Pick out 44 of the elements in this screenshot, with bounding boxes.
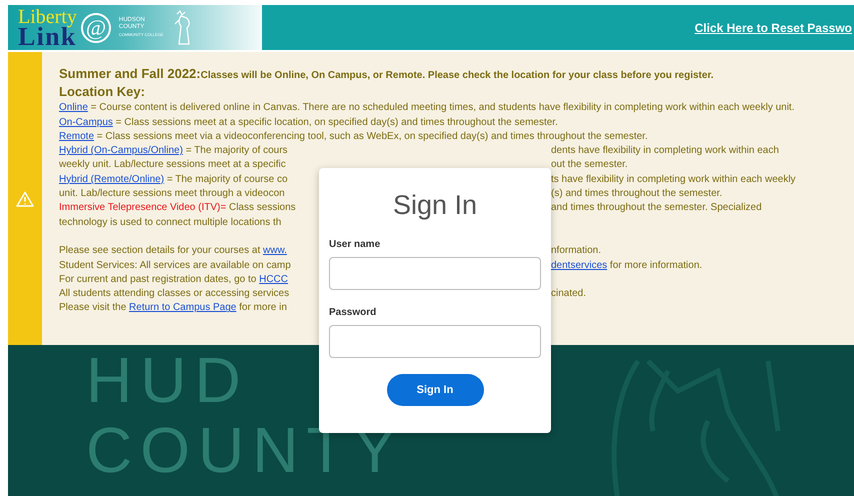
notice-text: cinated. — [551, 287, 588, 302]
notice-text: unit. Lab/lecture sessions meet through a videocon — [59, 187, 286, 202]
notice-text: ts have flexibility in completing work within each weekly — [551, 172, 797, 187]
at-sign-logo: @ — [80, 12, 111, 42]
link[interactable]: Hybrid (On-Campus/Online) — [59, 145, 183, 156]
location-key-title: Location Key: — [59, 83, 146, 102]
logo-text: Link — [18, 26, 77, 48]
sign-in-button[interactable]: Sign In — [386, 374, 484, 406]
logo-text: Liberty — [18, 8, 77, 26]
notice-text: (s) and times throughout the semester. — [551, 187, 724, 202]
notice-text: dentservices for more information. — [551, 258, 704, 273]
link[interactable]: www. — [263, 245, 287, 256]
notice-text: dents have flexibility in completing work within each — [551, 144, 780, 158]
notice-text: Immersive Telepresence Video (ITV)= Class sessions — [59, 201, 297, 216]
notice-text: Please see section details for your courses at www. — [59, 244, 288, 258]
warning-icon — [16, 190, 34, 206]
notice-text: Student Services: All services are available on camp — [59, 258, 292, 273]
notice-text: and times throughout the semester. Specialized — [551, 201, 763, 216]
notice-text: Hybrid (On-Campus/Online) = The majority of cours — [59, 144, 289, 158]
notice-text: Please visit the Return to Campus Page for more in — [59, 301, 288, 316]
notice-heading: Summer and Fall 2022:Classes will be Online, On Campus, or Remote. Please check the location for your class before you register. — [59, 67, 715, 83]
field-label: Password — [329, 307, 378, 319]
notice-text: All students attending classes or accessing services — [59, 287, 290, 302]
input-field[interactable] — [329, 325, 541, 358]
notice-text: out the semester. — [551, 158, 629, 172]
notice-text: On-Campus = Class sessions meet at a specific location, on specified day(s) and times throughout the semester. — [59, 116, 559, 130]
link[interactable]: Hybrid (Remote/Online) — [59, 174, 164, 185]
input-field[interactable] — [329, 257, 541, 290]
link[interactable]: Online — [59, 102, 88, 114]
link[interactable]: dentservices — [551, 260, 608, 271]
link[interactable]: Remote — [59, 130, 94, 142]
notice-text: For current and past registration dates, go to HCCC — [59, 272, 289, 287]
notice-text: nformation. — [551, 244, 602, 258]
link[interactable]: On-Campus — [59, 116, 113, 128]
notice-text: weekly unit. Lab/lecture sessions meet at a specific — [59, 158, 287, 172]
notice-text: technology is used to connect multiple locations th — [59, 216, 282, 230]
dialog-title: Sign In — [392, 189, 478, 222]
link[interactable]: HCCC — [259, 274, 288, 285]
notice-text: Hybrid (Remote/Online) = The majority of course co — [59, 172, 289, 187]
field-label: User name — [329, 239, 382, 251]
notice-text: Remote = Class sessions meet via a videoconferencing tool, such as WebEx, on specified day(s) and times throughout the semester. — [59, 130, 649, 144]
link[interactable]: Return to Campus Page — [129, 302, 236, 314]
reset-password-link[interactable]: Click Here to Reset Passwo — [674, 18, 854, 36]
notice-text: Online = Course content is delivered online in Canvas. There are no scheduled meeting times, and students have flexibility in completing work within each weekly unit. — [59, 101, 796, 116]
